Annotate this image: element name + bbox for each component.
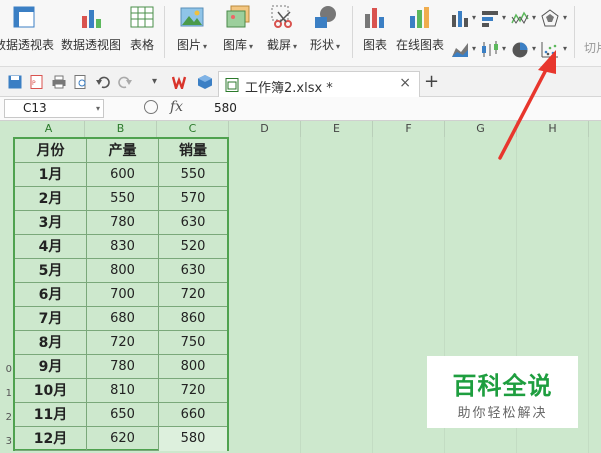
annotation-arrow	[498, 50, 556, 160]
